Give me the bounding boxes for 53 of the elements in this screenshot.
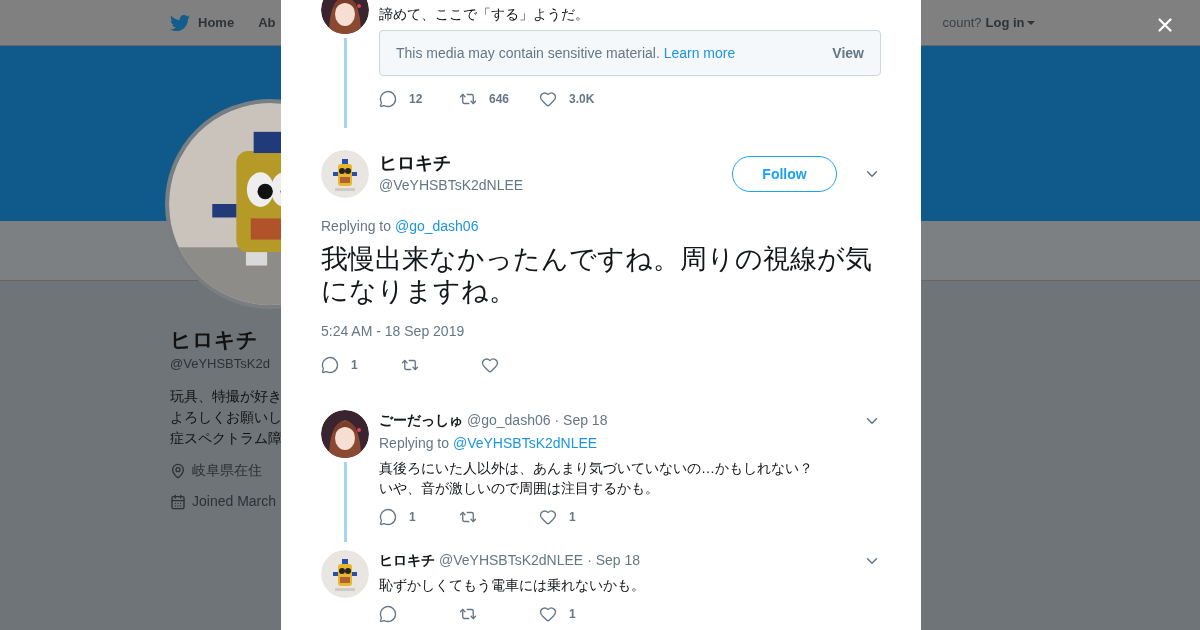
like-icon[interactable] bbox=[539, 90, 557, 108]
reply-icon[interactable] bbox=[379, 90, 397, 108]
action-count: 1 bbox=[351, 357, 358, 374]
profile-bio-line: よろしくお願いし bbox=[170, 408, 282, 427]
profile-bio-line: 症スペクトラム障 bbox=[170, 429, 282, 448]
avatar-image bbox=[321, 550, 369, 598]
sensitive-notice-text: This media may contain sensitive material. Learn more bbox=[396, 43, 736, 63]
tweet-text: いや、音が激しいので周囲は注目するかも。 bbox=[379, 479, 660, 498]
tweet-date: · Sep 18 bbox=[587, 551, 641, 570]
tweet-text: 恥ずかしくてもう電車には乗れないかも。 bbox=[379, 576, 646, 595]
learn-more-link[interactable]: Learn more bbox=[663, 44, 736, 61]
reply-icon[interactable] bbox=[379, 508, 397, 526]
action-count: 1 bbox=[569, 606, 576, 623]
profile-location: 岐阜県在住 bbox=[192, 461, 262, 480]
profile-joined: Joined March bbox=[192, 492, 277, 511]
view-button[interactable]: View bbox=[832, 42, 864, 64]
mention-link[interactable]: @go_dash06 bbox=[394, 218, 479, 234]
action-count: 1 bbox=[409, 509, 416, 526]
tweet-text: 真後ろにいた人以外は、あんまり気づいていないの…かもしれない？ bbox=[379, 459, 814, 478]
nav-link[interactable]: Home bbox=[198, 12, 235, 33]
profile-name: ヒロキチ bbox=[170, 327, 259, 353]
calendar-icon bbox=[170, 493, 186, 510]
login-button[interactable]: Log in bbox=[985, 12, 1035, 33]
action-count: 646 bbox=[489, 91, 510, 108]
action-count: 3.0K bbox=[569, 91, 595, 108]
tweet-timestamp: 5:24 AM - 18 Sep 2019 bbox=[321, 322, 466, 341]
tweet-text: 我慢出来なかったんですね。周りの視線が気になりますね。 bbox=[321, 243, 873, 307]
login-prompt: count? bbox=[942, 13, 982, 32]
tweet-text: 諦めて、ここで「する」ようだ。 bbox=[379, 5, 590, 24]
author-name: ヒロキチ bbox=[379, 551, 435, 570]
action-count: 12 bbox=[409, 91, 423, 108]
avatar-image bbox=[321, 410, 369, 458]
author-handle: @go_dash06 bbox=[467, 411, 551, 430]
avatar-image bbox=[321, 150, 369, 198]
author-handle: @VeYHSBTsK2dNLEE bbox=[379, 176, 524, 195]
like-icon[interactable] bbox=[481, 356, 499, 374]
nav-link[interactable]: Ab bbox=[258, 12, 276, 33]
replying-to-label: Replying to bbox=[321, 218, 393, 234]
tweet-date: · Sep 18 bbox=[554, 411, 608, 430]
mention-link[interactable]: @VeYHSBTsK2dNLEE bbox=[452, 435, 598, 451]
action-count: 1 bbox=[569, 509, 576, 526]
like-icon[interactable] bbox=[539, 605, 557, 623]
avatar-image bbox=[321, 0, 369, 34]
reply-icon[interactable] bbox=[321, 356, 339, 374]
like-icon[interactable] bbox=[539, 508, 557, 526]
author-name: ごーだっしゅ bbox=[379, 411, 463, 430]
profile-bio-line: 玩具、特撮が好き bbox=[170, 387, 282, 406]
location-icon bbox=[170, 462, 186, 479]
author-name: ヒロキチ bbox=[379, 152, 452, 174]
replying-to-label: Replying to bbox=[379, 435, 451, 451]
author-handle: @VeYHSBTsK2dNLEE bbox=[439, 551, 584, 570]
profile-handle: @VeYHSBTsK2d bbox=[170, 355, 271, 373]
reply-icon[interactable] bbox=[379, 605, 397, 623]
